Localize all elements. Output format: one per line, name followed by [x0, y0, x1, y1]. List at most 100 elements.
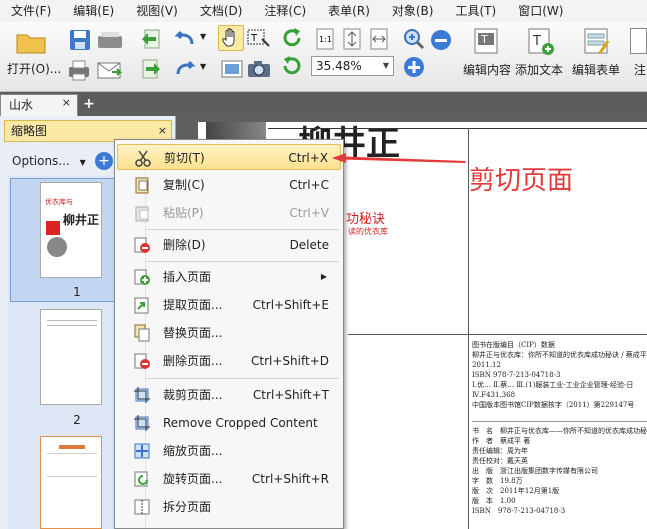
rotate-clockwise-icon[interactable]	[280, 26, 304, 50]
thumb-text-lines	[47, 453, 97, 477]
menu-comment[interactable]: 注释(C)	[253, 0, 317, 22]
thumbnail-page-1[interactable]: 优衣库与 柳井正	[40, 182, 102, 278]
annotation-arrow	[332, 153, 466, 163]
menu-item-split-page[interactable]: 拆分页面	[117, 494, 341, 520]
document-red-heading: 功秘诀	[346, 212, 386, 227]
scale-page-icon	[134, 443, 150, 459]
menu-item-shortcut: Ctrl+V	[289, 206, 329, 220]
menu-item-label: 替换页面...	[163, 326, 223, 340]
undo-dropdown-icon[interactable]: ▼	[200, 32, 206, 41]
menu-item-replace-page[interactable]: 替换页面...	[117, 320, 341, 346]
snapshot-icon[interactable]	[219, 58, 245, 80]
email-icon[interactable]	[96, 58, 122, 82]
thumbnail-number-1: 1	[73, 285, 81, 299]
open-label: 打开(O)...	[7, 62, 62, 76]
info-line: 书 名 柳井正与优衣库——你所不知道的优衣库成功秘	[472, 427, 647, 435]
add-page-icon[interactable]: +	[95, 152, 113, 170]
menu-item-scale-page[interactable]: 缩放页面...	[117, 438, 341, 464]
menu-view[interactable]: 视图(V)	[125, 0, 189, 22]
menu-item-paste[interactable]: 粘贴(P) Ctrl+V	[117, 200, 341, 226]
cip-line: 2011.12	[472, 361, 501, 369]
menu-bar: 文件(F) 编辑(E) 视图(V) 文档(D) 注释(C) 表单(R) 对象(B…	[0, 0, 647, 22]
fit-width-icon[interactable]	[368, 27, 390, 51]
tab-bar: 山水 × +	[0, 92, 647, 116]
menu-document[interactable]: 文档(D)	[189, 0, 254, 22]
insert-page-icon	[134, 269, 150, 285]
edit-content-button[interactable]: T 编辑内容	[460, 24, 514, 88]
cip-title: 图书在版编目（CIP）数据	[472, 341, 555, 349]
actual-size-icon[interactable]: 1:1	[314, 27, 336, 51]
select-text-icon[interactable]: T	[246, 27, 272, 51]
paste-icon	[135, 206, 149, 222]
menu-item-crop-page[interactable]: 裁剪页面... Ctrl+Shift+T	[117, 382, 341, 408]
zoom-field[interactable]: 35.48% ▼	[311, 56, 394, 76]
open-button[interactable]: 打开(O)...	[4, 24, 62, 88]
add-text-button[interactable]: T 添加文本	[514, 24, 568, 88]
thumb-photo	[47, 237, 67, 257]
new-tab-icon[interactable]: +	[82, 97, 96, 111]
tab-label: 山水	[9, 98, 34, 112]
menu-tools[interactable]: 工具(T)	[444, 0, 507, 22]
scissors-icon	[135, 150, 151, 167]
menu-edit[interactable]: 编辑(E)	[62, 0, 125, 22]
cip-line: 中国版本图书馆CIP数据核字（2011）第229147号	[472, 401, 635, 409]
hand-tool-button[interactable]	[218, 25, 244, 51]
save-icon[interactable]	[68, 28, 92, 52]
thumbnail-number-2: 2	[73, 413, 81, 427]
panel-close-icon[interactable]: ×	[158, 121, 167, 141]
menu-object[interactable]: 对象(B)	[381, 0, 445, 22]
zoom-in-icon[interactable]	[402, 55, 426, 79]
zoom-out-icon[interactable]	[429, 28, 453, 52]
menu-item-shortcut: Ctrl+X	[288, 151, 328, 165]
cip-line: 柳井正与优衣库：你所不知道的优衣库成功秘诀 / 蔡成平	[472, 351, 647, 359]
menu-item-delete[interactable]: 删除(D) Delete	[117, 232, 341, 258]
info-line: 字 数 19.8万	[472, 477, 523, 485]
menu-separator	[145, 378, 339, 379]
extract-page-icon	[134, 297, 149, 314]
page-border-top	[268, 128, 647, 129]
menu-item-rotate-page[interactable]: 旋转页面... Ctrl+Shift+R	[117, 466, 341, 492]
undo-icon[interactable]	[172, 28, 198, 50]
cip-line: Ⅰ.优… Ⅱ.蔡… Ⅲ.(1)服装工业-工业企业管理-经验-日	[472, 381, 634, 389]
chevron-down-icon[interactable]: ▼	[383, 57, 389, 75]
info-line: 版 本 1.00	[472, 497, 516, 505]
edit-form-button[interactable]: 编辑表单	[570, 24, 624, 88]
tab-document[interactable]: 山水 ×	[0, 94, 78, 116]
submenu-arrow-icon: ▶	[320, 272, 327, 281]
svg-text:T: T	[532, 34, 541, 49]
thumb-logo	[46, 221, 60, 235]
menu-item-copy[interactable]: 复制(C) Ctrl+C	[117, 172, 341, 198]
add-text-label: 添加文本	[515, 63, 564, 77]
menu-item-shortcut: Ctrl+Shift+R	[251, 472, 329, 486]
annotation-tool-button[interactable]: 注	[628, 24, 647, 88]
scanner-icon[interactable]	[96, 28, 126, 52]
menu-item-extract-page[interactable]: 提取页面... Ctrl+Shift+E	[117, 292, 341, 318]
thumb-heading	[59, 445, 85, 449]
menu-item-insert-page[interactable]: 插入页面 ▶	[117, 264, 341, 290]
info-line: 版 次 2011年12月第1版	[472, 487, 560, 495]
copy-icon	[135, 177, 149, 194]
menu-form[interactable]: 表单(R)	[317, 0, 381, 22]
annotation-text: 剪切页面	[469, 166, 574, 196]
menu-item-cut[interactable]: 剪切(T) Ctrl+X	[117, 144, 341, 170]
menu-item-shortcut: Ctrl+Shift+E	[252, 298, 329, 312]
menu-item-delete-page[interactable]: 删除页面... Ctrl+Shift+D	[117, 348, 341, 374]
options-dropdown[interactable]: Options... ▼	[8, 150, 88, 172]
menu-item-remove-cropped-content[interactable]: Remove Cropped Content	[117, 410, 341, 436]
camera-icon[interactable]	[246, 58, 272, 80]
thumbnail-page-2[interactable]	[40, 309, 102, 405]
page-divider-horizontal	[348, 334, 647, 335]
svg-text:T: T	[480, 33, 488, 46]
print-icon[interactable]	[66, 58, 92, 82]
fit-page-icon[interactable]	[341, 27, 363, 51]
zoom-in-tool-icon[interactable]	[402, 27, 426, 51]
redo-dropdown-icon[interactable]: ▼	[200, 62, 206, 71]
thumbnail-page-3[interactable]	[40, 436, 102, 529]
menu-window[interactable]: 窗口(W)	[507, 0, 574, 22]
menu-file[interactable]: 文件(F)	[0, 0, 62, 22]
redo-icon[interactable]	[172, 58, 198, 80]
previous-view-icon[interactable]	[140, 28, 162, 50]
tab-close-icon[interactable]: ×	[62, 93, 71, 113]
next-view-icon[interactable]	[140, 58, 162, 80]
rotate-counterclockwise-icon[interactable]	[280, 54, 304, 78]
